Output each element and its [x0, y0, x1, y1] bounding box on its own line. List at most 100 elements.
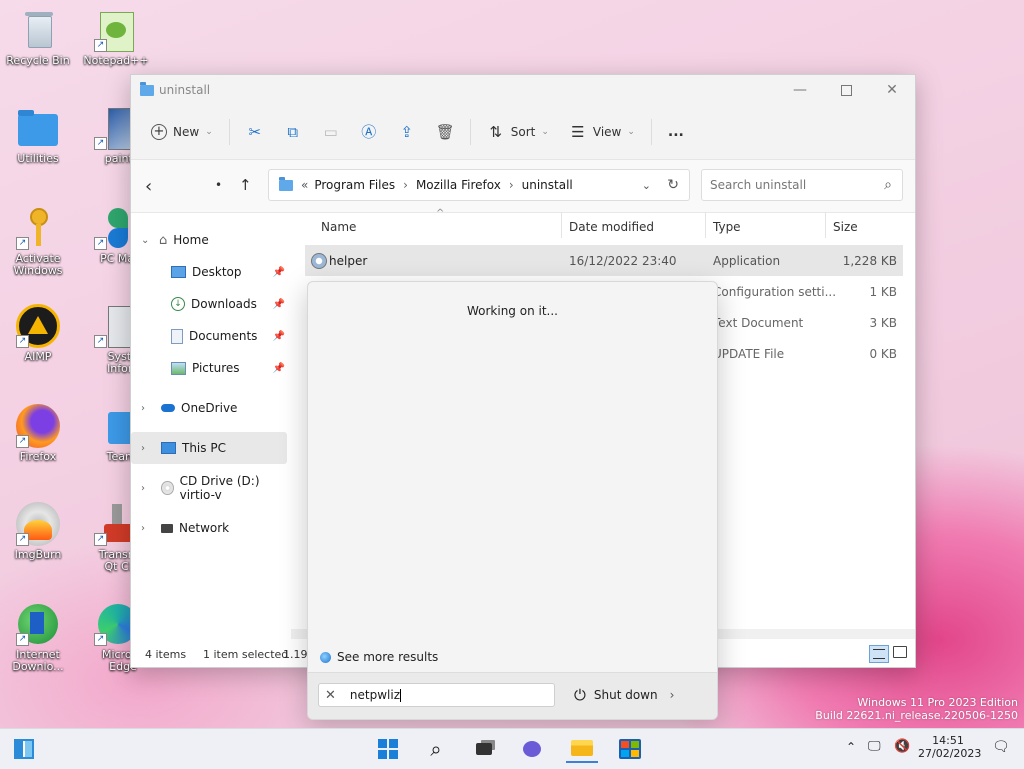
address-bar[interactable]: « Program Files › Mozilla Firefox › unin… [268, 169, 690, 201]
text-caret [400, 688, 401, 702]
start-search-flyout: Working on it... See more results ✕ netp… [307, 281, 718, 720]
desktop-icon-recycle-bin[interactable]: Recycle Bin [2, 8, 74, 67]
rename-button[interactable]: Ⓐ [350, 116, 388, 148]
search-icon: ⌕ [884, 177, 892, 193]
column-size[interactable]: Size [833, 220, 858, 234]
store-icon [619, 739, 641, 759]
chat-button[interactable] [516, 735, 548, 763]
nav-label: OneDrive [181, 401, 238, 415]
breadcrumb-program-files[interactable]: Program Files [314, 178, 395, 192]
status-item-count: 4 items [145, 647, 187, 661]
cd-drive-icon [161, 481, 174, 495]
desktop-icon-firefox[interactable]: ↗ Firefox [2, 404, 74, 463]
see-more-results-link[interactable]: See more results [320, 650, 438, 664]
search-box[interactable]: Search uninstall ⌕ [701, 169, 903, 201]
details-view-button[interactable] [869, 645, 889, 663]
chevron-up-icon: ⌃ [846, 740, 857, 754]
nav-item-pictures[interactable]: Pictures 📌 [131, 352, 291, 384]
title-bar[interactable]: uninstall — ✕ [131, 75, 915, 105]
forward-button[interactable]: • [215, 178, 222, 192]
notifications-icon[interactable]: 🗨 [992, 739, 1010, 755]
shut-down-button[interactable]: ⏻ Shut down › [574, 686, 674, 704]
paste-button[interactable]: ▭ [312, 116, 350, 148]
clock-time: 14:51 [932, 734, 964, 747]
minimize-button[interactable]: — [777, 75, 823, 105]
share-icon: ⇪ [400, 123, 414, 141]
imgburn-icon: ↗ [16, 502, 60, 546]
chevron-down-icon: ⌄ [541, 127, 549, 137]
tiles-view-button[interactable] [893, 646, 907, 658]
search-input[interactable]: ✕ netpwliz [318, 683, 555, 707]
delete-button[interactable]: 🗑 [426, 116, 464, 148]
new-button[interactable]: + New ⌄ [141, 116, 223, 148]
shortcut-arrow-icon: ↗ [94, 533, 107, 546]
command-bar: + New ⌄ ✂ ⧉ ▭ Ⓐ ⇪ 🗑 ⇅ Sort ⌄ ☰ View ⌄ ..… [131, 105, 915, 160]
view-button[interactable]: ☰ View ⌄ [559, 116, 645, 148]
nav-item-home[interactable]: ⌄ ⌂ Home [131, 224, 291, 256]
nav-item-onedrive[interactable]: › OneDrive [131, 392, 291, 424]
copy-button[interactable]: ⧉ [274, 116, 312, 148]
chevron-down-icon: ⌄ [627, 127, 635, 137]
pin-icon: 📌 [272, 266, 285, 278]
pictures-icon [171, 361, 186, 375]
maximize-button[interactable] [823, 75, 869, 105]
chevron-right-icon: › [141, 522, 145, 534]
microsoft-store-button[interactable] [614, 735, 646, 763]
close-button[interactable]: ✕ [869, 75, 915, 105]
column-type[interactable]: Type [713, 220, 741, 234]
up-button[interactable]: ↑ [239, 176, 252, 194]
search-placeholder: Search uninstall [710, 178, 807, 192]
column-name[interactable]: Name [321, 220, 356, 234]
nav-item-this-pc[interactable]: › This PC [131, 432, 287, 464]
copy-icon: ⧉ [287, 123, 299, 141]
sort-button[interactable]: ⇅ Sort ⌄ [477, 116, 559, 148]
more-options-button[interactable]: ... [658, 116, 694, 148]
pin-icon: 📌 [272, 298, 285, 310]
widgets-button[interactable] [8, 735, 40, 763]
nav-item-network[interactable]: › Network [131, 512, 291, 544]
desktop-icon-aimp[interactable]: ↗ AIMP [2, 304, 74, 363]
file-size: 3 KB [869, 315, 897, 330]
breadcrumb-mozilla-firefox[interactable]: Mozilla Firefox [416, 178, 501, 192]
address-row: ‹ • ↑ « Program Files › Mozilla Firefox … [131, 160, 915, 213]
desktop-icon-utilities[interactable]: Utilities [2, 106, 74, 165]
firefox-icon: ↗ [16, 404, 60, 448]
file-explorer-taskbar-button[interactable] [566, 735, 598, 763]
back-button[interactable]: ‹ [145, 176, 152, 197]
nav-item-documents[interactable]: Documents 📌 [131, 320, 291, 352]
clock[interactable]: 14:51 27/02/2023 [918, 734, 981, 760]
folder-icon [140, 82, 154, 96]
desktop-icon-activate-windows[interactable]: ↗ Activate Windows [2, 206, 74, 277]
task-view-button[interactable] [468, 735, 500, 763]
view-label: View [592, 125, 622, 139]
table-row[interactable]: helper 16/12/2022 23:40 Application 1,22… [305, 245, 903, 276]
breadcrumb-uninstall[interactable]: uninstall [522, 178, 573, 192]
desktop-icon-internet-download[interactable]: ↗ Internet Downlo... [2, 602, 74, 673]
dot-icon: • [215, 178, 223, 192]
breadcrumb-overflow[interactable]: « [301, 178, 308, 192]
maximize-icon [840, 84, 852, 96]
address-history-chevron-icon[interactable]: ⌄ [642, 179, 651, 192]
cut-button[interactable]: ✂ [236, 116, 274, 148]
file-explorer-icon [571, 740, 593, 756]
clear-search-icon[interactable]: ✕ [325, 688, 336, 703]
scissors-icon: ✂ [248, 123, 262, 141]
network-tray-icon[interactable]: 🖵 [868, 739, 881, 754]
share-button[interactable]: ⇪ [388, 116, 426, 148]
show-hidden-icons-button[interactable]: ⌃ [846, 740, 856, 754]
arrow-up-icon: ↑ [239, 176, 252, 194]
trash-icon: 🗑 [435, 123, 455, 141]
nav-item-desktop[interactable]: Desktop 📌 [131, 256, 291, 288]
column-date-modified[interactable]: Date modified [569, 220, 654, 234]
desktop-icon [171, 266, 186, 278]
nav-item-downloads[interactable]: ↓ Downloads 📌 [131, 288, 291, 320]
desktop-icon-notepadpp[interactable]: ↗ Notepad++ [80, 8, 152, 67]
start-button[interactable] [372, 735, 404, 763]
refresh-icon[interactable]: ↻ [667, 177, 679, 193]
computer-icon [161, 442, 176, 454]
nav-item-cd-drive[interactable]: › CD Drive (D:) virtio-v [131, 472, 291, 504]
internet-download-manager-icon: ↗ [16, 602, 60, 646]
desktop-icon-imgburn[interactable]: ↗ ImgBurn [2, 502, 74, 561]
search-button[interactable]: ⌕ [420, 735, 452, 763]
volume-muted-icon[interactable]: 🔇 [894, 739, 910, 754]
